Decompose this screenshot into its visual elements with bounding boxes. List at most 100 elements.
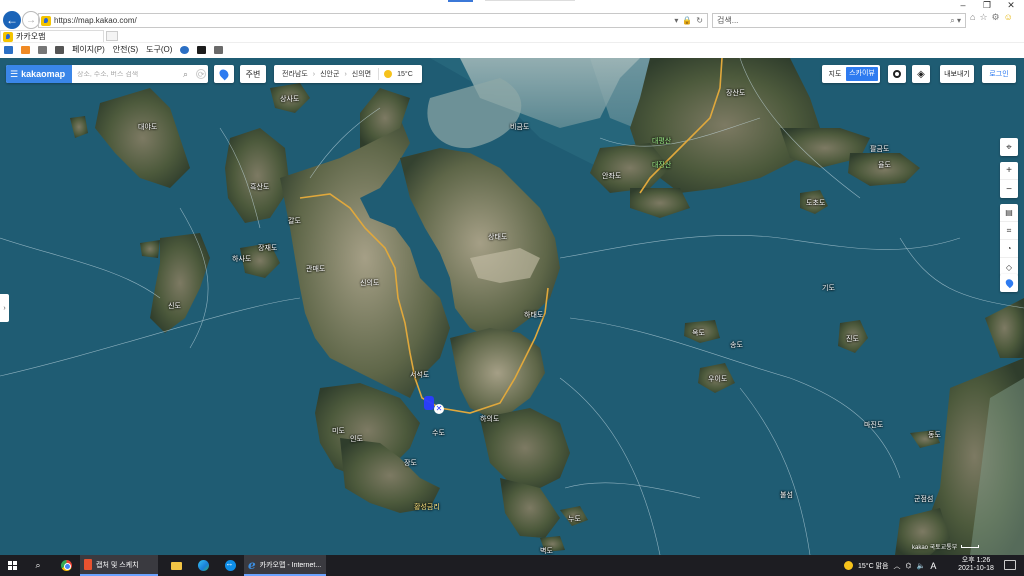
dropdown-icon[interactable]: ▾ bbox=[674, 16, 678, 25]
breadcrumb-province[interactable]: 전라남도 bbox=[282, 69, 308, 79]
region-breadcrumb[interactable]: 전라남도 › 신안군 › 신의면 15°C bbox=[274, 65, 422, 83]
search-input[interactable] bbox=[77, 70, 181, 78]
taskbar-search-icon[interactable]: ⌕ bbox=[28, 555, 48, 576]
settings-gear-icon[interactable]: ⚙ bbox=[992, 12, 1000, 23]
help-icon[interactable] bbox=[180, 45, 190, 54]
new-tab-button[interactable] bbox=[106, 31, 118, 41]
back-button[interactable]: ← bbox=[3, 11, 21, 29]
map-label[interactable]: 신도 bbox=[168, 301, 181, 311]
teamviewer-taskbar-button[interactable] bbox=[220, 555, 240, 576]
notification-center-icon[interactable] bbox=[1004, 560, 1016, 570]
map-label[interactable]: 관매도 bbox=[306, 264, 325, 274]
map-label[interactable]: 대장산 bbox=[652, 160, 671, 170]
map-label[interactable]: 군점섬 bbox=[914, 494, 933, 504]
show-hidden-icons-icon[interactable]: ︿ bbox=[893, 561, 900, 571]
start-button[interactable] bbox=[0, 555, 24, 576]
brand-menu[interactable]: ☰ kakaomap bbox=[6, 65, 72, 83]
map-label[interactable]: 황성금리 bbox=[414, 502, 440, 512]
map-label[interactable]: 하사도 bbox=[232, 254, 251, 264]
map-label[interactable]: 벽도 bbox=[540, 546, 553, 555]
rss-feed-icon[interactable] bbox=[21, 45, 30, 54]
map-label[interactable]: 대야도 bbox=[138, 122, 157, 132]
weather-sun-icon[interactable] bbox=[844, 561, 853, 570]
page-menu[interactable]: 페이지(P) bbox=[72, 44, 105, 55]
map-label[interactable]: 하태도 bbox=[524, 310, 543, 320]
map-label[interactable]: 장산도 bbox=[726, 88, 745, 98]
map-label[interactable]: 인도 bbox=[350, 434, 363, 444]
map-label[interactable]: 장재도 bbox=[258, 243, 277, 253]
side-panel-toggle[interactable]: › bbox=[0, 294, 9, 322]
map-label[interactable]: 진도 bbox=[846, 334, 859, 344]
map-label[interactable]: 상태도 bbox=[488, 232, 507, 242]
close-marker-icon[interactable]: ✕ bbox=[434, 404, 444, 414]
home-icon[interactable]: ⌂ bbox=[970, 12, 975, 23]
map-label[interactable]: 누도 bbox=[568, 514, 581, 524]
map-label[interactable]: 상사도 bbox=[280, 94, 299, 104]
map-label[interactable]: 동도 bbox=[928, 430, 941, 440]
ie-taskbar-button[interactable]: e 카카오맵 - Internet... bbox=[244, 555, 326, 576]
favorites-star-icon[interactable]: ☆ bbox=[979, 12, 987, 23]
addon-icon[interactable] bbox=[214, 45, 224, 54]
safety-menu[interactable]: 안전(S) bbox=[113, 44, 138, 55]
map-label[interactable]: 기도 bbox=[822, 283, 835, 293]
mail-icon[interactable] bbox=[38, 45, 47, 54]
tray-weather[interactable]: 15°C 맑음 bbox=[858, 561, 888, 571]
close-icon[interactable]: ✕ bbox=[996, 0, 1024, 10]
roadview-button[interactable] bbox=[888, 65, 906, 83]
map-label[interactable]: 하의도 bbox=[480, 414, 499, 424]
map-info-icon[interactable]: ▤ bbox=[1000, 204, 1018, 222]
blue-pin-icon[interactable] bbox=[1000, 274, 1018, 292]
map-label[interactable]: 도초도 bbox=[806, 198, 825, 208]
current-location-marker[interactable] bbox=[424, 396, 434, 410]
lock-icon[interactable]: 🔒 bbox=[682, 16, 692, 25]
extension-icon[interactable] bbox=[197, 45, 207, 54]
browser-search-box[interactable]: 검색... ⌕ ▾ bbox=[712, 13, 966, 28]
breadcrumb-county[interactable]: 신안군 bbox=[320, 69, 339, 79]
map-label[interactable]: 흑산도 bbox=[250, 182, 269, 192]
chrome-taskbar-button[interactable] bbox=[56, 555, 76, 576]
search-icon[interactable]: ⌕ ▾ bbox=[950, 16, 965, 26]
map-label[interactable]: 송도 bbox=[730, 340, 743, 350]
smiley-feedback-icon[interactable]: ☺ bbox=[1004, 12, 1013, 23]
nearby-button[interactable]: 주변 bbox=[240, 65, 266, 83]
system-clock[interactable]: 오후 1:26 2021-10-18 bbox=[956, 557, 996, 573]
map-label[interactable]: 마진도 bbox=[864, 420, 883, 430]
volume-icon[interactable]: 🔈 bbox=[917, 562, 926, 570]
map-label[interactable]: 비금도 bbox=[510, 122, 529, 132]
map-label[interactable]: 장도 bbox=[404, 458, 417, 468]
favorites-icon[interactable] bbox=[4, 45, 13, 54]
explorer-taskbar-button[interactable] bbox=[166, 555, 186, 576]
address-bar[interactable]: https://map.kakao.com/ ▾ 🔒 ↻ bbox=[38, 13, 708, 28]
map-label[interactable]: 불섬 bbox=[780, 490, 793, 500]
export-button[interactable]: 내보내기 bbox=[940, 65, 974, 83]
map-label[interactable]: 안좌도 bbox=[602, 171, 621, 181]
map-label[interactable]: 대평산 bbox=[652, 136, 671, 146]
area-measure-icon[interactable]: ⌗ bbox=[1000, 222, 1018, 240]
map-label[interactable]: 우이도 bbox=[708, 374, 727, 384]
maptype-map-button[interactable]: 지도 bbox=[824, 69, 846, 79]
distance-measure-icon[interactable]: ◔ bbox=[1000, 240, 1018, 258]
login-button[interactable]: 로그인 bbox=[982, 65, 1016, 83]
location-pin-button[interactable] bbox=[214, 65, 234, 83]
map-label[interactable]: 옥도 bbox=[692, 328, 705, 338]
skyview-map[interactable]: 대야도 흑산도 장재도 신도 관매도 상태도 하의도 장산도 안좌도 팔금도 대… bbox=[0, 58, 1024, 555]
tools-menu[interactable]: 도구(O) bbox=[146, 44, 172, 55]
ime-indicator[interactable]: A bbox=[930, 561, 936, 571]
edge-taskbar-button[interactable] bbox=[193, 555, 213, 576]
crosshair-icon[interactable]: ⌖ bbox=[1000, 138, 1018, 156]
menu-icon[interactable]: ☰ bbox=[10, 69, 18, 80]
network-icon[interactable]: ⌬ bbox=[905, 562, 911, 570]
tab-kakaomap[interactable]: 카카오맵 bbox=[0, 30, 104, 42]
map-label[interactable]: 팔금도 bbox=[870, 144, 889, 154]
map-label[interactable]: 율도 bbox=[878, 160, 891, 170]
route-icon[interactable]: ⟳ bbox=[196, 69, 207, 79]
map-label[interactable]: 서석도 bbox=[410, 370, 429, 380]
map-label[interactable]: 갈도 bbox=[288, 216, 301, 226]
print-icon[interactable] bbox=[55, 45, 64, 54]
map-label[interactable]: 수도 bbox=[432, 428, 445, 438]
map-label[interactable]: 미도 bbox=[332, 426, 345, 436]
snip-sketch-taskbar-button[interactable]: 캡처 및 스케치 bbox=[80, 555, 158, 576]
refresh-icon[interactable]: ↻ bbox=[696, 16, 703, 25]
search-icon[interactable]: ⌕ bbox=[183, 69, 188, 80]
layers-button[interactable]: ◈ bbox=[912, 65, 930, 83]
